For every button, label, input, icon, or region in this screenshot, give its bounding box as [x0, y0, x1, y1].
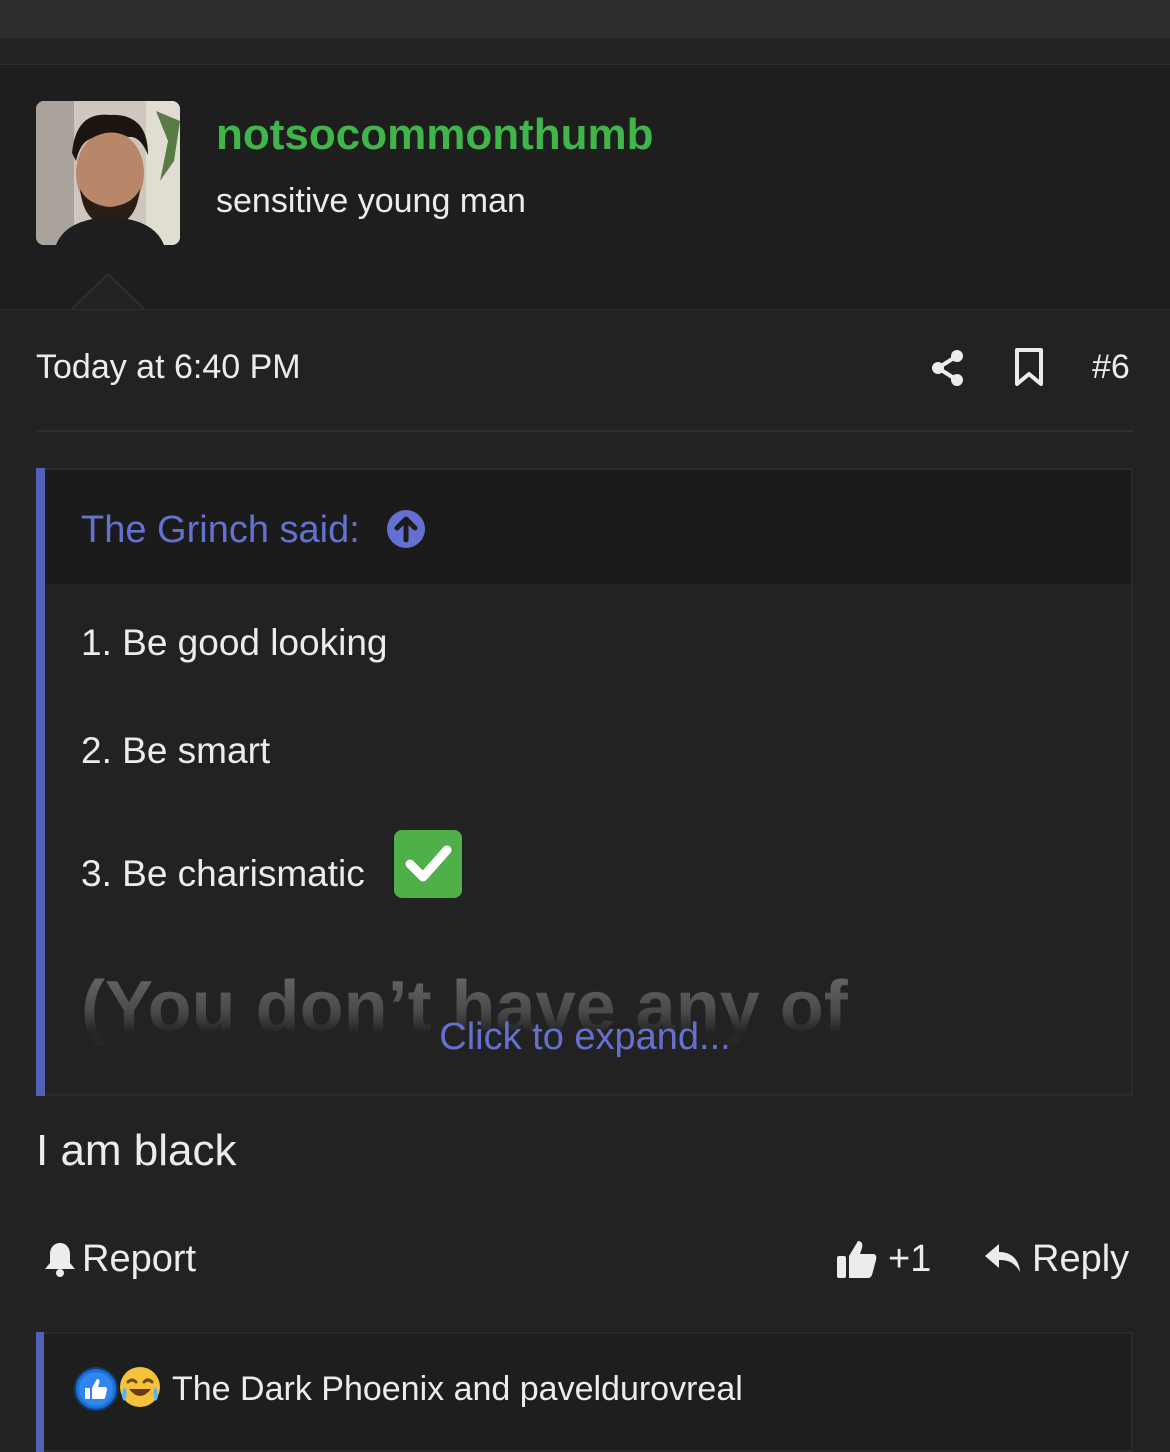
- divider: [36, 430, 1134, 432]
- quote-bar: [36, 468, 45, 1096]
- username[interactable]: notsocommonthumb: [216, 110, 654, 160]
- like-count: +1: [888, 1237, 932, 1280]
- bookmark-icon[interactable]: [1013, 347, 1045, 387]
- bell-icon: [45, 1243, 75, 1277]
- crying-laughing-reaction-icon[interactable]: [118, 1365, 162, 1411]
- top-bar: [0, 0, 1170, 38]
- avatar[interactable]: [36, 101, 180, 245]
- check-mark-icon: [394, 830, 462, 898]
- report-button[interactable]: Report: [44, 1236, 196, 1282]
- quote-line-3: 3. Be charismatic: [81, 853, 365, 894]
- share-icon[interactable]: [930, 349, 966, 387]
- arrow-up-circle-icon[interactable]: [386, 509, 426, 549]
- reply-label: Reply: [1032, 1237, 1130, 1280]
- reactions-accent: [36, 1332, 44, 1452]
- reply-arrow-icon: [985, 1244, 1020, 1272]
- quote-line-1: 1. Be good looking: [81, 622, 388, 663]
- quote-attribution[interactable]: The Grinch said:: [81, 509, 360, 552]
- like-button[interactable]: +1: [836, 1236, 931, 1282]
- post-body: I am black: [36, 1126, 237, 1175]
- user-title: sensitive young man: [216, 182, 526, 220]
- post-number[interactable]: #6: [1092, 348, 1130, 387]
- quote-line-2: 2. Be smart: [81, 730, 271, 771]
- like-reaction-icon[interactable]: [74, 1367, 118, 1411]
- header-pointer-outline: [72, 273, 144, 309]
- click-to-expand-link[interactable]: Click to expand...: [0, 1016, 1170, 1059]
- thumbs-up-icon: [837, 1241, 877, 1278]
- report-label: Report: [82, 1237, 197, 1280]
- reactions-users[interactable]: The Dark Phoenix and paveldurovreal: [172, 1370, 743, 1409]
- post-timestamp[interactable]: Today at 6:40 PM: [36, 348, 301, 387]
- reply-button[interactable]: Reply: [984, 1236, 1129, 1282]
